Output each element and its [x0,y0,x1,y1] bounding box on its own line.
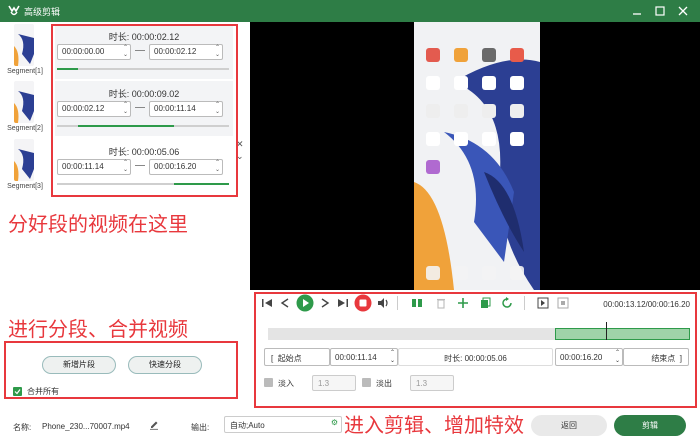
quick-split-button[interactable]: 快速分段 [128,356,202,374]
output-select[interactable]: 自动;Auto ⚙ [224,416,342,433]
file-name: Phone_230...70007.mp4 [42,422,130,431]
settings-icon[interactable]: ⚙ [331,418,338,427]
title-bar: 高级剪辑 [0,0,700,22]
segment-panel: Segment[1] 时长: 00:00:02.12 00:00:00.00 ⌃ ⌄… [0,22,250,412]
maximize-icon[interactable] [652,3,668,19]
cut-button[interactable]: 剪辑 [614,415,686,436]
segment-thumbnail[interactable] [14,81,34,123]
close-icon[interactable] [675,3,691,19]
back-button[interactable]: 返回 [531,415,607,436]
edit-controls: 00:00:13.12/00:00:16.20 [ 起始点 00:00:11.1… [250,290,700,412]
segment-label: Segment[2] [7,125,43,132]
video-preview[interactable] [250,22,700,290]
merge-all-checkbox[interactable] [13,387,22,396]
annotation-edit-note: 进入剪辑、增加特效 [344,415,524,437]
segment-thumbnail[interactable] [14,24,34,66]
app-logo-icon [8,5,20,16]
edit-name-icon[interactable] [149,420,159,430]
phone-screen-image [414,22,540,290]
minimize-icon[interactable] [629,3,645,19]
merge-all-label: 合并所有 [27,387,59,396]
annotation-split-note: 进行分段、合并视频 [8,319,188,341]
annotation-box-segments [51,24,238,197]
name-label: 名称: [13,423,32,432]
window-title: 高级剪辑 [24,7,61,17]
video-frame [414,22,540,290]
output-label: 输出: [191,423,210,432]
annotation-segments-note: 分好段的视频在这里 [8,214,188,236]
segment-thumbnail[interactable] [14,139,34,181]
segment-label: Segment[3] [7,183,43,190]
add-segment-button[interactable]: 新增片段 [42,356,116,374]
segment-label: Segment[1] [7,68,43,75]
annotation-box-edit [254,292,697,408]
